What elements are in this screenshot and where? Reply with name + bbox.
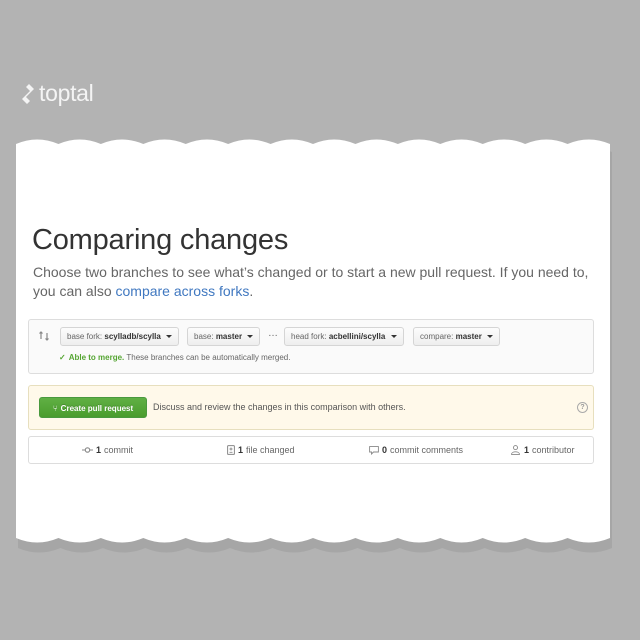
merge-status: ✓ Able to merge. These branches can be au… <box>59 353 290 362</box>
comments-label: commit comments <box>390 445 464 455</box>
compare-summary: 1 commit 1 file changed 0 commit comment… <box>28 436 594 464</box>
comment-icon <box>369 445 379 455</box>
comments-stat[interactable]: 0 commit comments <box>369 445 463 455</box>
range-editor: base fork: scylladb/scylla base: master … <box>28 319 594 374</box>
help-icon[interactable]: ? <box>577 402 588 413</box>
compare-value: master <box>455 332 482 341</box>
commits-count: 1 <box>96 445 102 455</box>
file-diff-icon <box>227 445 235 455</box>
chevron-down-icon <box>166 335 173 339</box>
range-ellipsis: … <box>268 328 278 339</box>
files-stat[interactable]: 1 file changed <box>227 445 295 455</box>
head-fork-label: head fork: <box>291 332 327 341</box>
base-label: base: <box>194 332 214 341</box>
base-branch-select[interactable]: base: master <box>187 327 261 346</box>
compare-across-forks-link[interactable]: compare across forks <box>116 283 250 299</box>
create-pr-banner: ⑂ Create pull request Discuss and review … <box>28 385 594 430</box>
base-fork-label: base fork: <box>67 332 103 341</box>
compare-page: Comparing changes Choose two branches to… <box>16 140 610 540</box>
head-fork-select[interactable]: head fork: acbellini/scylla <box>284 327 404 346</box>
page-title: Comparing changes <box>32 224 289 256</box>
compare-branch-select[interactable]: compare: master <box>413 327 501 346</box>
contributors-label: contributor <box>532 445 575 455</box>
chevron-down-icon <box>390 335 397 339</box>
commit-icon <box>82 446 93 454</box>
create-pull-request-label: Create pull request <box>60 404 134 413</box>
chevron-down-icon <box>487 335 494 339</box>
merge-ok-label: Able to merge. <box>68 353 125 362</box>
commits-label: commit <box>104 445 134 455</box>
base-fork-select[interactable]: base fork: scylladb/scylla <box>60 327 180 346</box>
page-description: Choose two branches to see what’s change… <box>33 263 593 301</box>
lead-end: . <box>249 283 254 299</box>
files-count: 1 <box>238 445 244 455</box>
compare-label: compare: <box>420 332 454 341</box>
check-icon: ✓ <box>59 353 66 362</box>
merge-status-text: These branches can be automatically merg… <box>126 353 291 362</box>
head-fork-value: acbellini/scylla <box>328 332 386 341</box>
git-compare-icon <box>38 329 50 341</box>
chevron-down-icon <box>247 335 254 339</box>
banner-text: Discuss and review the changes in this c… <box>153 402 406 412</box>
create-pull-request-button[interactable]: ⑂ Create pull request <box>39 397 147 418</box>
commits-stat[interactable]: 1 commit <box>82 445 133 455</box>
organization-icon <box>510 445 521 455</box>
contributors-stat[interactable]: 1 contributor <box>510 445 575 455</box>
pull-request-icon: ⑂ <box>52 404 58 413</box>
files-label: file changed <box>246 445 295 455</box>
contributors-count: 1 <box>524 445 530 455</box>
comments-count: 0 <box>382 445 388 455</box>
base-fork-value: scylladb/scylla <box>104 332 161 341</box>
base-value: master <box>215 332 243 341</box>
